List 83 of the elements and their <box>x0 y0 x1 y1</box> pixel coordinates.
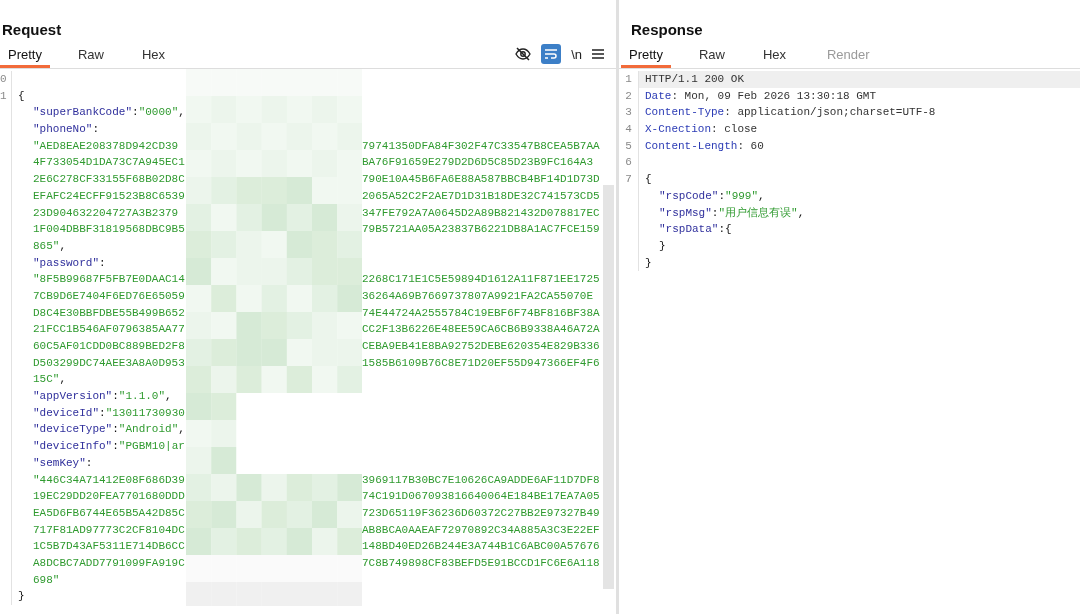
code-text: "deviceType":"Android", <box>33 422 185 438</box>
code-text: CEBA9EB41E8BA92752DEBE620354E829B336 <box>362 339 600 354</box>
code-text: "rspData":{ <box>659 222 732 238</box>
code-text: X-Cnection: close <box>645 122 758 138</box>
code-text: Content-Length: 60 <box>645 138 764 154</box>
code-text: 1585B6109B76C8E71D20EF55D947366EF4F6 <box>362 355 600 371</box>
code-text: 1C5B7D43AF5311E714DB6CC <box>33 539 186 555</box>
code-text: 723D65119F36236D60372C27BB2E97327B49 <box>362 505 600 521</box>
code-text: EA5D6FB6744E65B5A42D85C <box>33 505 186 521</box>
code-text: Content-Type: application/json;charset=UTF-8 <box>645 105 936 121</box>
tab[interactable]: Hex <box>133 43 178 68</box>
code-text: 2065A52C2F2AE7D1D31B18DE32C741573CD5 <box>362 188 600 204</box>
code-text: 148BD40ED26B244E3A744B1C6ABC00A57676 <box>362 539 600 555</box>
code-text: CC2F13B6226E48EE59CA6CB6B9338A46A72A <box>362 322 600 338</box>
line-number: 6 <box>625 156 632 169</box>
code-text: { <box>18 88 25 104</box>
pane-title: Response <box>630 20 704 40</box>
code-text: 79741350DFA84F302F47C33547B8CEA5B7AA <box>362 138 600 154</box>
code-text: 21FCC1B546AF0796385AA77 <box>33 322 186 338</box>
line-number: 7 <box>625 173 632 186</box>
code-text: 74C191D067093816640064E184BE17EA7A05 <box>362 489 600 505</box>
code-text: HTTP/1.1 200 OK <box>645 72 745 87</box>
code-text: 23D904632204727A3B2379 <box>33 205 180 221</box>
code-text: } <box>18 589 25 605</box>
code-text: 2E6C278CF33155F68B02D8C <box>33 172 186 188</box>
line-number: 4 <box>625 123 632 136</box>
code-text: A8DCBC7ADD7791099FA919C <box>33 555 186 571</box>
code-text: D503299DC74AEE3A8A0D953 <box>33 355 186 371</box>
code-text: 15C", <box>33 372 66 388</box>
code-text: 698" <box>33 572 60 588</box>
code-text: "deviceId":"13011730930 <box>33 405 185 421</box>
code-text: "phoneNo": <box>33 122 100 138</box>
wrap-icon <box>544 48 559 60</box>
code-text: "rspMsg":"用户信息有误", <box>659 205 805 221</box>
code-text: 347FE792A7A0645D2A89B821432D078817EC <box>362 205 600 221</box>
code-text: } <box>645 255 652 271</box>
pane-title: Request <box>1 20 63 40</box>
code-text: { <box>645 172 652 188</box>
tab[interactable]: Raw <box>690 43 735 68</box>
line-number: 3 <box>625 106 632 119</box>
code-text: 60C5AF01CDD0BC889BED2F8 <box>33 339 186 354</box>
code-text: 1F004DBBF31819568DBC9B5 <box>33 222 186 238</box>
tab[interactable]: Hex <box>754 43 799 68</box>
code-text: "semKey": <box>33 455 93 471</box>
code-text: 2268C171E1C5E59894D1612A11F871EE1725 <box>362 272 600 288</box>
code-text: } <box>659 238 666 254</box>
code-text: 7CB9D6E7404F6ED76E65059 <box>33 288 186 304</box>
code-text: "superBankCode":"0000", <box>33 105 185 121</box>
code-text: BA76F91659E279D2D6D5C85D23B9FC164A3 <box>362 155 594 171</box>
tab[interactable]: Pretty <box>621 43 671 68</box>
code-text: 865", <box>33 238 66 254</box>
code-text: "password": <box>33 255 106 271</box>
code-text: "appVersion":"1.1.0", <box>33 389 172 405</box>
code-text: "deviceInfo":"PGBM10|ar <box>33 439 185 455</box>
code-text: "8F5B99687F5FB7E0DAAC14 <box>33 272 186 288</box>
wrap-lines-button[interactable] <box>541 44 562 64</box>
tab[interactable]: Pretty <box>0 43 50 68</box>
tab[interactable]: Raw <box>69 43 114 68</box>
hide-icon[interactable] <box>515 47 532 61</box>
code-text: 4F733054D1DA73C7A945EC1 <box>33 155 186 171</box>
code-text: "rspCode":"999", <box>659 188 765 204</box>
code-text: 36264A69B7669737807A9921FA2CA55070E <box>362 288 594 304</box>
code-text: EFAFC24ECFF91523B8C6539 <box>33 188 186 204</box>
code-text: 790E10A45B6FA6E88A587BBCB4BF14D1D73D <box>362 172 600 188</box>
code-text: 7C8B749898CF83BEFD5E91BCCD1FC6E6A118 <box>362 555 600 571</box>
code-text: 19EC29DD20FEA7701680DDD <box>33 489 186 505</box>
line-number: 5 <box>625 139 632 152</box>
line-number: 0 <box>0 73 7 85</box>
code-text: 717F81AD97773C2CF8104DC <box>33 522 186 538</box>
code-text: 74E44724A2555784C19EBF6F74BF816BF38A <box>362 305 600 321</box>
code-text: 79B5721AA05A23837B6221DB8A1AC7FCE159 <box>362 222 600 238</box>
code-text: 3969117B30BC7E10626CA9ADDE6AF11D7DF8 <box>362 472 600 488</box>
line-number: 2 <box>625 89 632 102</box>
menu-icon[interactable] <box>592 49 604 59</box>
code-text: AB8BCA0AAEAF72970892C34A885A3C3E22EF <box>362 522 600 538</box>
code-text: "AED8EAE208378D942CD39 <box>33 138 180 154</box>
line-number: 1 <box>625 73 632 85</box>
code-text: D8C4E30BBFDBE55B499B652 <box>33 305 186 321</box>
newline-toggle[interactable]: \n <box>571 46 582 62</box>
code-text: "446C34A71412E08F686D39 <box>33 472 186 488</box>
line-number: 1 <box>0 89 7 102</box>
scrollbar[interactable] <box>603 185 614 589</box>
code-text: Date: Mon, 09 Feb 2026 13:30:18 GMT <box>645 88 877 104</box>
